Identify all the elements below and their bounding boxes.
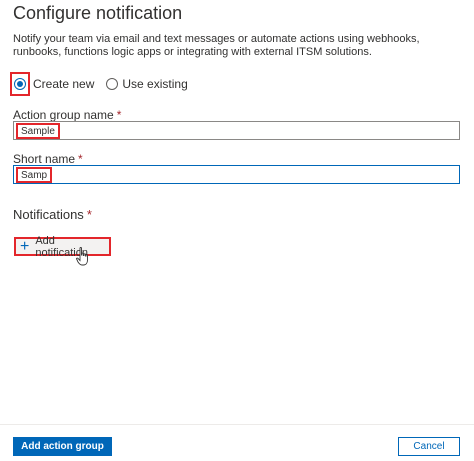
cancel-button[interactable]: Cancel	[398, 437, 460, 456]
required-marker: *	[116, 108, 122, 122]
radio-create-new-label: Create new	[33, 77, 95, 91]
plus-icon: +	[20, 237, 30, 255]
radio-use-existing[interactable]: Use existing	[106, 77, 188, 91]
footer-divider	[0, 424, 474, 425]
panel-title: Configure notification	[13, 3, 183, 23]
radio-unselected-icon[interactable]	[106, 78, 119, 90]
required-marker: *	[78, 152, 83, 166]
radio-selected-icon[interactable]	[14, 78, 26, 90]
short-name-label: Short name *	[13, 152, 83, 166]
radio-create-new[interactable]: Create new	[10, 72, 94, 96]
radio-use-existing-label: Use existing	[122, 77, 188, 91]
panel-description: Notify your team via email and text mess…	[13, 33, 420, 58]
add-action-group-button[interactable]: Add action group	[13, 437, 112, 456]
add-notification-button[interactable]: + Add notification	[14, 234, 111, 259]
required-marker: *	[86, 207, 92, 222]
short-name-value: Samp	[16, 167, 53, 183]
notifications-title: Notifications *	[13, 207, 92, 222]
action-group-name-label: Action group name *	[13, 108, 122, 122]
highlight-box	[10, 72, 30, 96]
radio-group: Create new Use existing	[10, 72, 188, 96]
short-name-input[interactable]: Samp	[13, 165, 460, 184]
hand-cursor-icon	[76, 247, 88, 266]
add-notification-label: Add notification	[35, 234, 88, 259]
action-group-name-value: Sample	[16, 123, 60, 139]
action-group-name-input[interactable]: Sample	[13, 121, 460, 140]
